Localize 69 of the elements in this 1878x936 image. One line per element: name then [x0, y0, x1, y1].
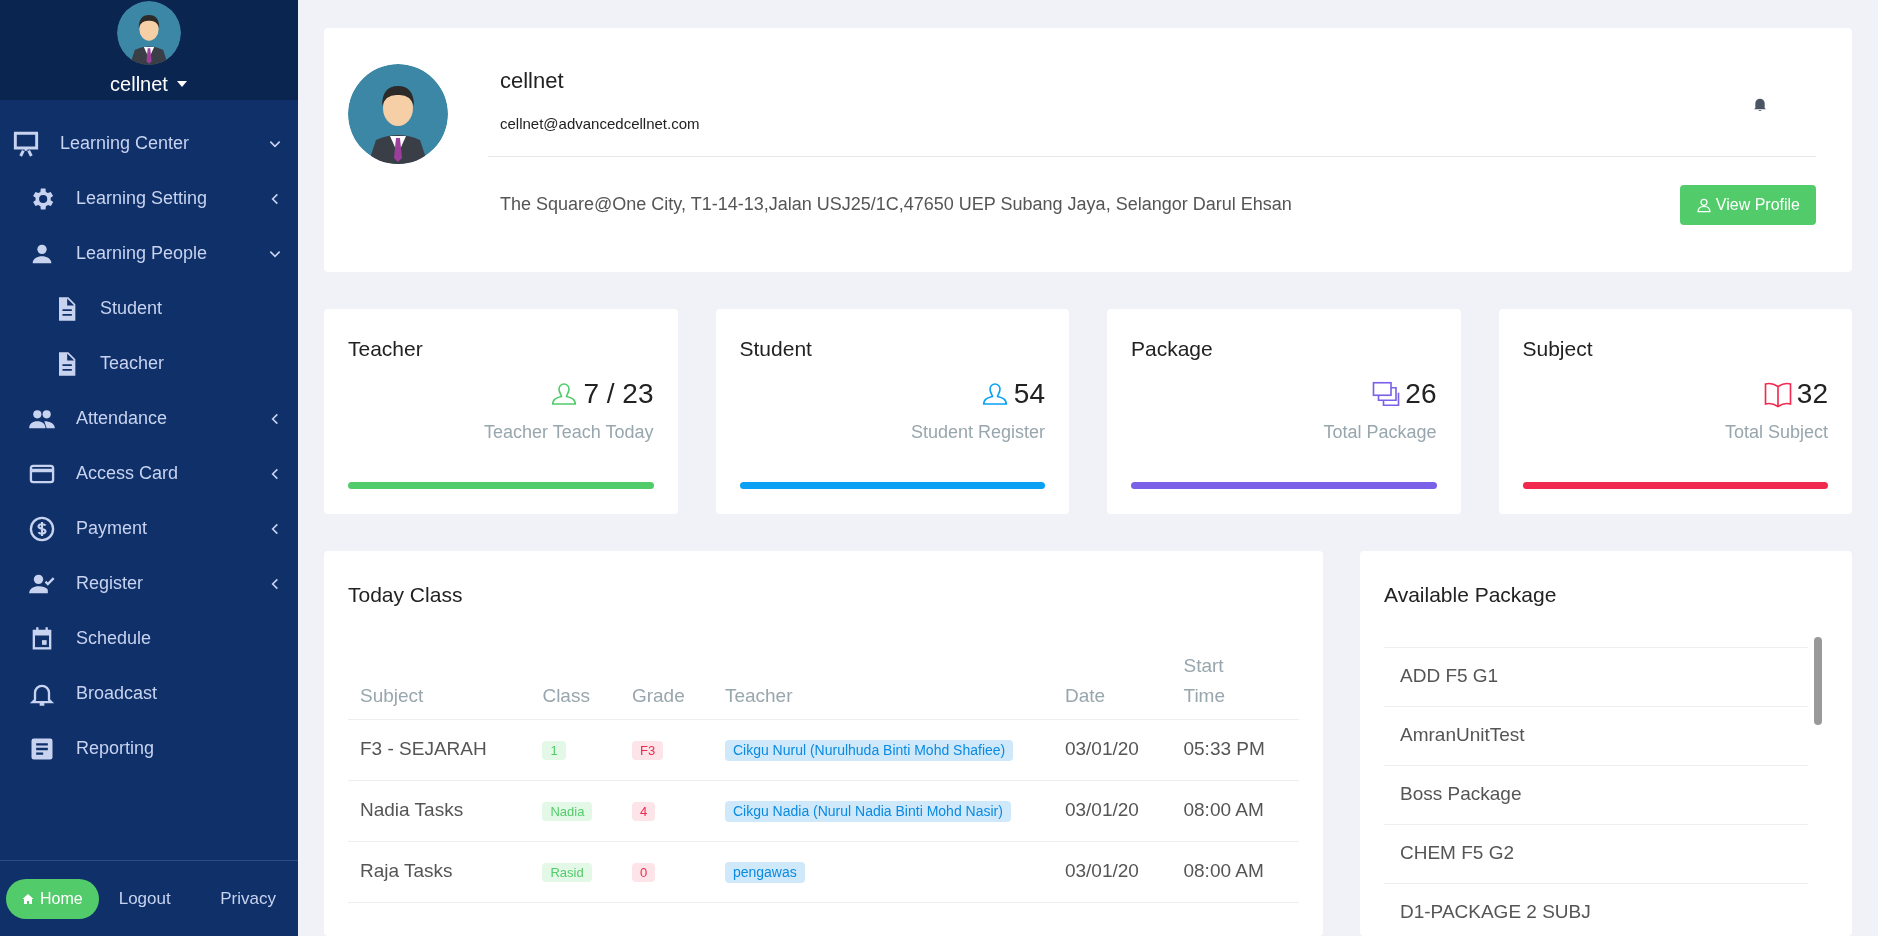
avatar-icon [348, 64, 448, 164]
user-menu-button[interactable]: cellnet [110, 69, 188, 99]
sidebar-item[interactable]: Schedule [0, 611, 298, 666]
package-item[interactable]: AmranUnitTest [1384, 706, 1808, 766]
teacher-tag: Cikgu Nurul (Nurulhuda Binti Mohd Shafiee) [724, 739, 1014, 761]
grade-tag: F3 [631, 740, 664, 760]
column-header: Start Time [1183, 653, 1226, 708]
sidebar-item[interactable]: Broadcast [0, 666, 298, 721]
stat-value: 32 [1796, 376, 1828, 411]
sidebar-item[interactable]: Teacher [0, 336, 298, 391]
stat-title: Teacher [348, 336, 424, 362]
stat-caption: Teacher Teach Today [483, 420, 654, 444]
table-cell: 03/01/20 [1064, 799, 1139, 821]
sidebar-item[interactable]: Payment [0, 501, 298, 556]
dollar-icon [28, 514, 56, 543]
class-tag: Nadia [542, 801, 593, 821]
scrollbar-thumb[interactable] [1814, 637, 1822, 725]
stat-value: 54 [1013, 376, 1045, 411]
class-tag: 1 [542, 740, 566, 760]
stat-value: 7 / 23 [583, 376, 654, 411]
home-icon [22, 892, 34, 905]
package-item[interactable]: Boss Package [1384, 765, 1808, 825]
class-tag: Rasid [542, 862, 592, 882]
teacher-tag: pengawas [724, 861, 805, 883]
stat-caption: Total Subject [1723, 420, 1828, 444]
stat-title: Student [739, 336, 813, 362]
card-title: Today Class [348, 582, 464, 608]
profile-name: cellnet [500, 67, 565, 95]
sidebar-item[interactable]: Access Card [0, 446, 298, 501]
column-header: Subject [360, 683, 425, 708]
sidebar-item[interactable]: Attendance [0, 391, 298, 446]
teacher-tag: Cikgu Nadia (Nurul Nadia Binti Mohd Nasir) [724, 800, 1011, 822]
column-header: Class [542, 683, 591, 708]
profile-email: cellnet@advancedcellnet.com [500, 114, 701, 134]
table-cell: 03/01/20 [1064, 738, 1139, 760]
sidebar-item[interactable]: Student [0, 281, 298, 336]
privacy-link[interactable]: Privacy [220, 885, 276, 912]
table-cell: 08:00 AM [1183, 799, 1264, 821]
grade-tag: 0 [631, 862, 656, 882]
sidebar-item[interactable]: Learning People [0, 226, 298, 281]
column-header: Grade [631, 683, 686, 708]
caret-icon [175, 80, 188, 88]
bell-icon[interactable] [1752, 96, 1768, 112]
package-item[interactable]: CHEM F5 G2 [1384, 824, 1808, 884]
sidebar-item[interactable]: Register [0, 556, 298, 611]
table-cell: Nadia Tasks [360, 799, 464, 821]
column-header: Date [1064, 683, 1107, 708]
user-icon [1695, 196, 1712, 213]
sidebar-item[interactable]: Learning Setting [0, 171, 298, 226]
sidebar-item[interactable]: Reporting [0, 721, 298, 776]
table-cell: 03/01/20 [1064, 860, 1139, 882]
table-cell: F3 - SEJARAH [360, 738, 487, 760]
stat-value: 26 [1405, 376, 1437, 411]
table-cell: Raja Tasks [360, 860, 453, 882]
table-cell: 05:33 PM [1183, 738, 1265, 760]
stat-caption: Student Register [909, 420, 1045, 444]
stat-title: Subject [1522, 336, 1594, 362]
logout-link[interactable]: Logout [118, 885, 171, 912]
table-cell: 08:00 AM [1183, 860, 1264, 882]
card-title: Available Package [1384, 582, 1558, 608]
package-item[interactable]: ADD F5 G1 [1384, 647, 1808, 707]
profile-address: The Square@One City, T1-14-13,Jalan USJ25/1C,47650 UEP Subang Jaya, Selangor Darul Ehsan [500, 193, 1293, 216]
grade-tag: 4 [631, 801, 656, 821]
avatar-icon [117, 1, 181, 65]
stat-caption: Total Package [1322, 420, 1437, 444]
column-header: Teacher [724, 683, 794, 708]
sidebar-item[interactable]: Learning Center [0, 116, 298, 171]
package-item[interactable]: D1-PACKAGE 2 SUBJ [1384, 883, 1808, 936]
stat-title: Package [1131, 336, 1214, 362]
